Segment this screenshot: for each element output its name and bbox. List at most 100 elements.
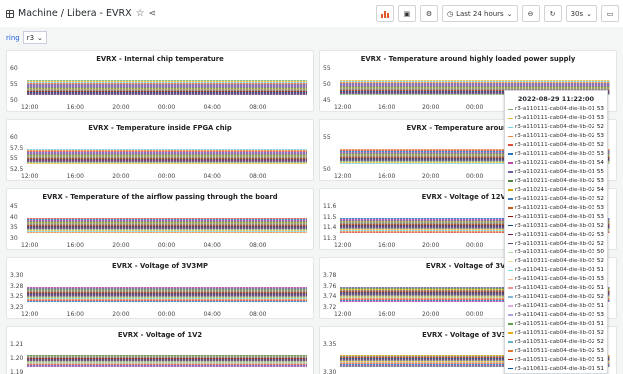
x-tick-label: 12:00	[334, 173, 352, 180]
dashboard-title: Machine / Libera - EVRX ☆ ⋖	[6, 8, 156, 19]
tooltip-rows: r3-a110111-cab04-die-lib-01: 53 r3-a110111…	[508, 105, 604, 373]
series-band	[27, 354, 307, 368]
series-swatch	[508, 117, 513, 120]
series-value: 51	[596, 285, 604, 292]
series-swatch	[508, 269, 513, 272]
save-dashboard-button[interactable]: ▣	[397, 5, 416, 22]
time-range-label: Last 24 hours	[456, 9, 504, 18]
x-tick-label: 12:00	[21, 242, 39, 249]
series-swatch	[508, 215, 513, 218]
tooltip-row: r3-a110211-cab04-die-lib-03: 52	[508, 194, 604, 203]
series-swatch	[508, 251, 513, 254]
series-name: r3-a110311-cab04-die-lib-03:	[515, 249, 594, 256]
tooltip-row: r3-a110311-cab04-die-lib-01: 52	[508, 221, 604, 230]
ring-variable-value: r3	[26, 33, 35, 42]
x-tick-label: 04:00	[203, 104, 221, 111]
tooltip-row: r3-a110511-cab04-die-lib-01: 52	[508, 328, 604, 337]
series-name: r3-a110411-cab04-die-lib-03:	[515, 312, 594, 319]
tooltip-row: r3-a110311-cab04-die-lib-01: 53	[508, 212, 604, 221]
series-swatch	[508, 278, 513, 281]
panel-title: EVRX - Temperature of the airflow passin…	[42, 193, 278, 201]
series-swatch	[508, 296, 513, 298]
series-value: 51	[596, 320, 604, 327]
settings-button[interactable]: ⚙	[419, 5, 438, 22]
series-value: 50	[596, 249, 604, 256]
series-value: 51	[596, 365, 604, 372]
series-name: r3-a110411-cab04-die-lib-02:	[515, 285, 594, 292]
series-name: r3-a110211-cab04-die-lib-01:	[515, 160, 594, 167]
share-icon[interactable]: ⋖	[149, 9, 157, 19]
series-swatch	[508, 198, 513, 200]
star-icon[interactable]: ☆	[136, 8, 145, 19]
panel-title: EVRX - Voltage of 3V3MP	[112, 262, 208, 270]
y-tick-label: 3.35	[323, 341, 337, 348]
series-value: 52	[596, 124, 604, 131]
tooltip-row: r3-a110111-cab04-die-lib-03: 52	[508, 141, 604, 150]
series-swatch	[508, 314, 513, 316]
series-value: 53	[596, 231, 604, 238]
y-tick-label: 3.28	[10, 282, 24, 290]
tooltip-row: r3-a110611-cab04-die-lib-01: 51	[508, 364, 604, 373]
refresh-button[interactable]: ↻	[543, 5, 562, 22]
refresh-icon: ↻	[549, 9, 556, 18]
x-tick-label: 00:00	[157, 104, 176, 111]
refresh-interval-picker[interactable]: 30s ⌄	[565, 5, 597, 22]
x-tick-label: 12:00	[21, 173, 39, 180]
series-value: 55	[596, 169, 604, 176]
zoom-out-button[interactable]: ⊖	[521, 5, 540, 22]
series-name: r3-a110111-cab04-die-lib-02:	[515, 133, 594, 140]
x-tick-label: 04:00	[203, 311, 221, 318]
panel-airflow-temperature[interactable]: EVRX - Temperature of the airflow passin…	[6, 188, 314, 250]
hover-tooltip: 2022-08-29 11:22:00 r3-a110111-cab04-die…	[504, 90, 608, 374]
chevron-down-icon: ⌄	[37, 33, 43, 42]
y-tick-label: 3.78	[323, 272, 337, 279]
tv-mode-button[interactable]: ▭	[601, 5, 619, 22]
tooltip-row: r3-a110311-cab04-die-lib-02: 52	[508, 239, 604, 248]
y-tick-label: 57.5	[10, 144, 24, 152]
series-name: r3-a110411-cab04-die-lib-03:	[515, 303, 594, 310]
y-tick-label: 3.76	[323, 282, 337, 290]
add-panel-button[interactable]	[375, 5, 394, 22]
x-tick-label: 20:00	[112, 104, 130, 111]
x-tick-label: 12:00	[334, 311, 352, 318]
x-tick-label: 00:00	[466, 242, 484, 249]
dashboards-grid-icon[interactable]	[6, 9, 14, 18]
y-tick-label: 50	[10, 97, 18, 104]
y-tick-label: 30	[10, 235, 18, 242]
series-value: 52	[596, 329, 604, 336]
series-name: r3-a110511-cab04-die-lib-02:	[515, 338, 594, 345]
y-tick-label: 1.19	[10, 369, 24, 374]
series-swatch	[508, 341, 513, 343]
series-name: r3-a110111-cab04-die-lib-03:	[515, 151, 594, 158]
x-tick-label: 00:00	[466, 173, 484, 180]
x-tick-label: 00:00	[466, 104, 484, 111]
series-name: r3-a110111-cab04-die-lib-02:	[515, 124, 594, 131]
series-swatch	[508, 144, 513, 146]
y-tick-label: 3.72	[323, 304, 337, 311]
x-tick-label: 08:00	[249, 311, 267, 318]
series-value: 52	[596, 195, 604, 202]
y-tick-label: 55	[323, 134, 331, 141]
panel-voltage-3v3mp[interactable]: EVRX - Voltage of 3V3MP 3.30 3.28 3.25 3.23…	[6, 257, 314, 319]
y-tick-label: 50	[323, 166, 331, 173]
panel-chip-temperature[interactable]: EVRX - Internal chip temperature 60 55 50 1…	[6, 50, 314, 112]
series-value: 52	[596, 240, 604, 247]
tooltip-row: r3-a110511-cab04-die-lib-02: 52	[508, 337, 604, 346]
time-picker-button[interactable]: ◷ Last 24 hours ⌄	[441, 5, 518, 22]
series-band	[27, 287, 307, 302]
series-value: 51	[596, 267, 604, 274]
series-band	[27, 80, 307, 95]
x-tick-label: 16:00	[66, 104, 84, 111]
series-swatch	[508, 287, 513, 289]
x-tick-label: 20:00	[112, 311, 130, 318]
tooltip-time: 2022-08-29 11:22:00	[517, 95, 595, 103]
series-swatch	[508, 135, 513, 138]
panel-fpga-temperature[interactable]: EVRX - Temperature inside FPGA chip 60 57…	[6, 119, 314, 181]
panel-voltage-1v2[interactable]: EVRX - Voltage of 1V2 1.21 1.20 1.19	[6, 326, 314, 374]
ring-variable-select[interactable]: r3 ⌄	[22, 31, 47, 44]
series-name: r3-a110211-cab04-die-lib-03:	[515, 204, 594, 211]
series-value: 52	[596, 142, 604, 149]
breadcrumb[interactable]: Machine / Libera - EVRX	[18, 8, 132, 19]
panel-title: EVRX - Temperature inside FPGA chip	[88, 124, 232, 132]
x-tick-label: 16:00	[66, 242, 84, 249]
